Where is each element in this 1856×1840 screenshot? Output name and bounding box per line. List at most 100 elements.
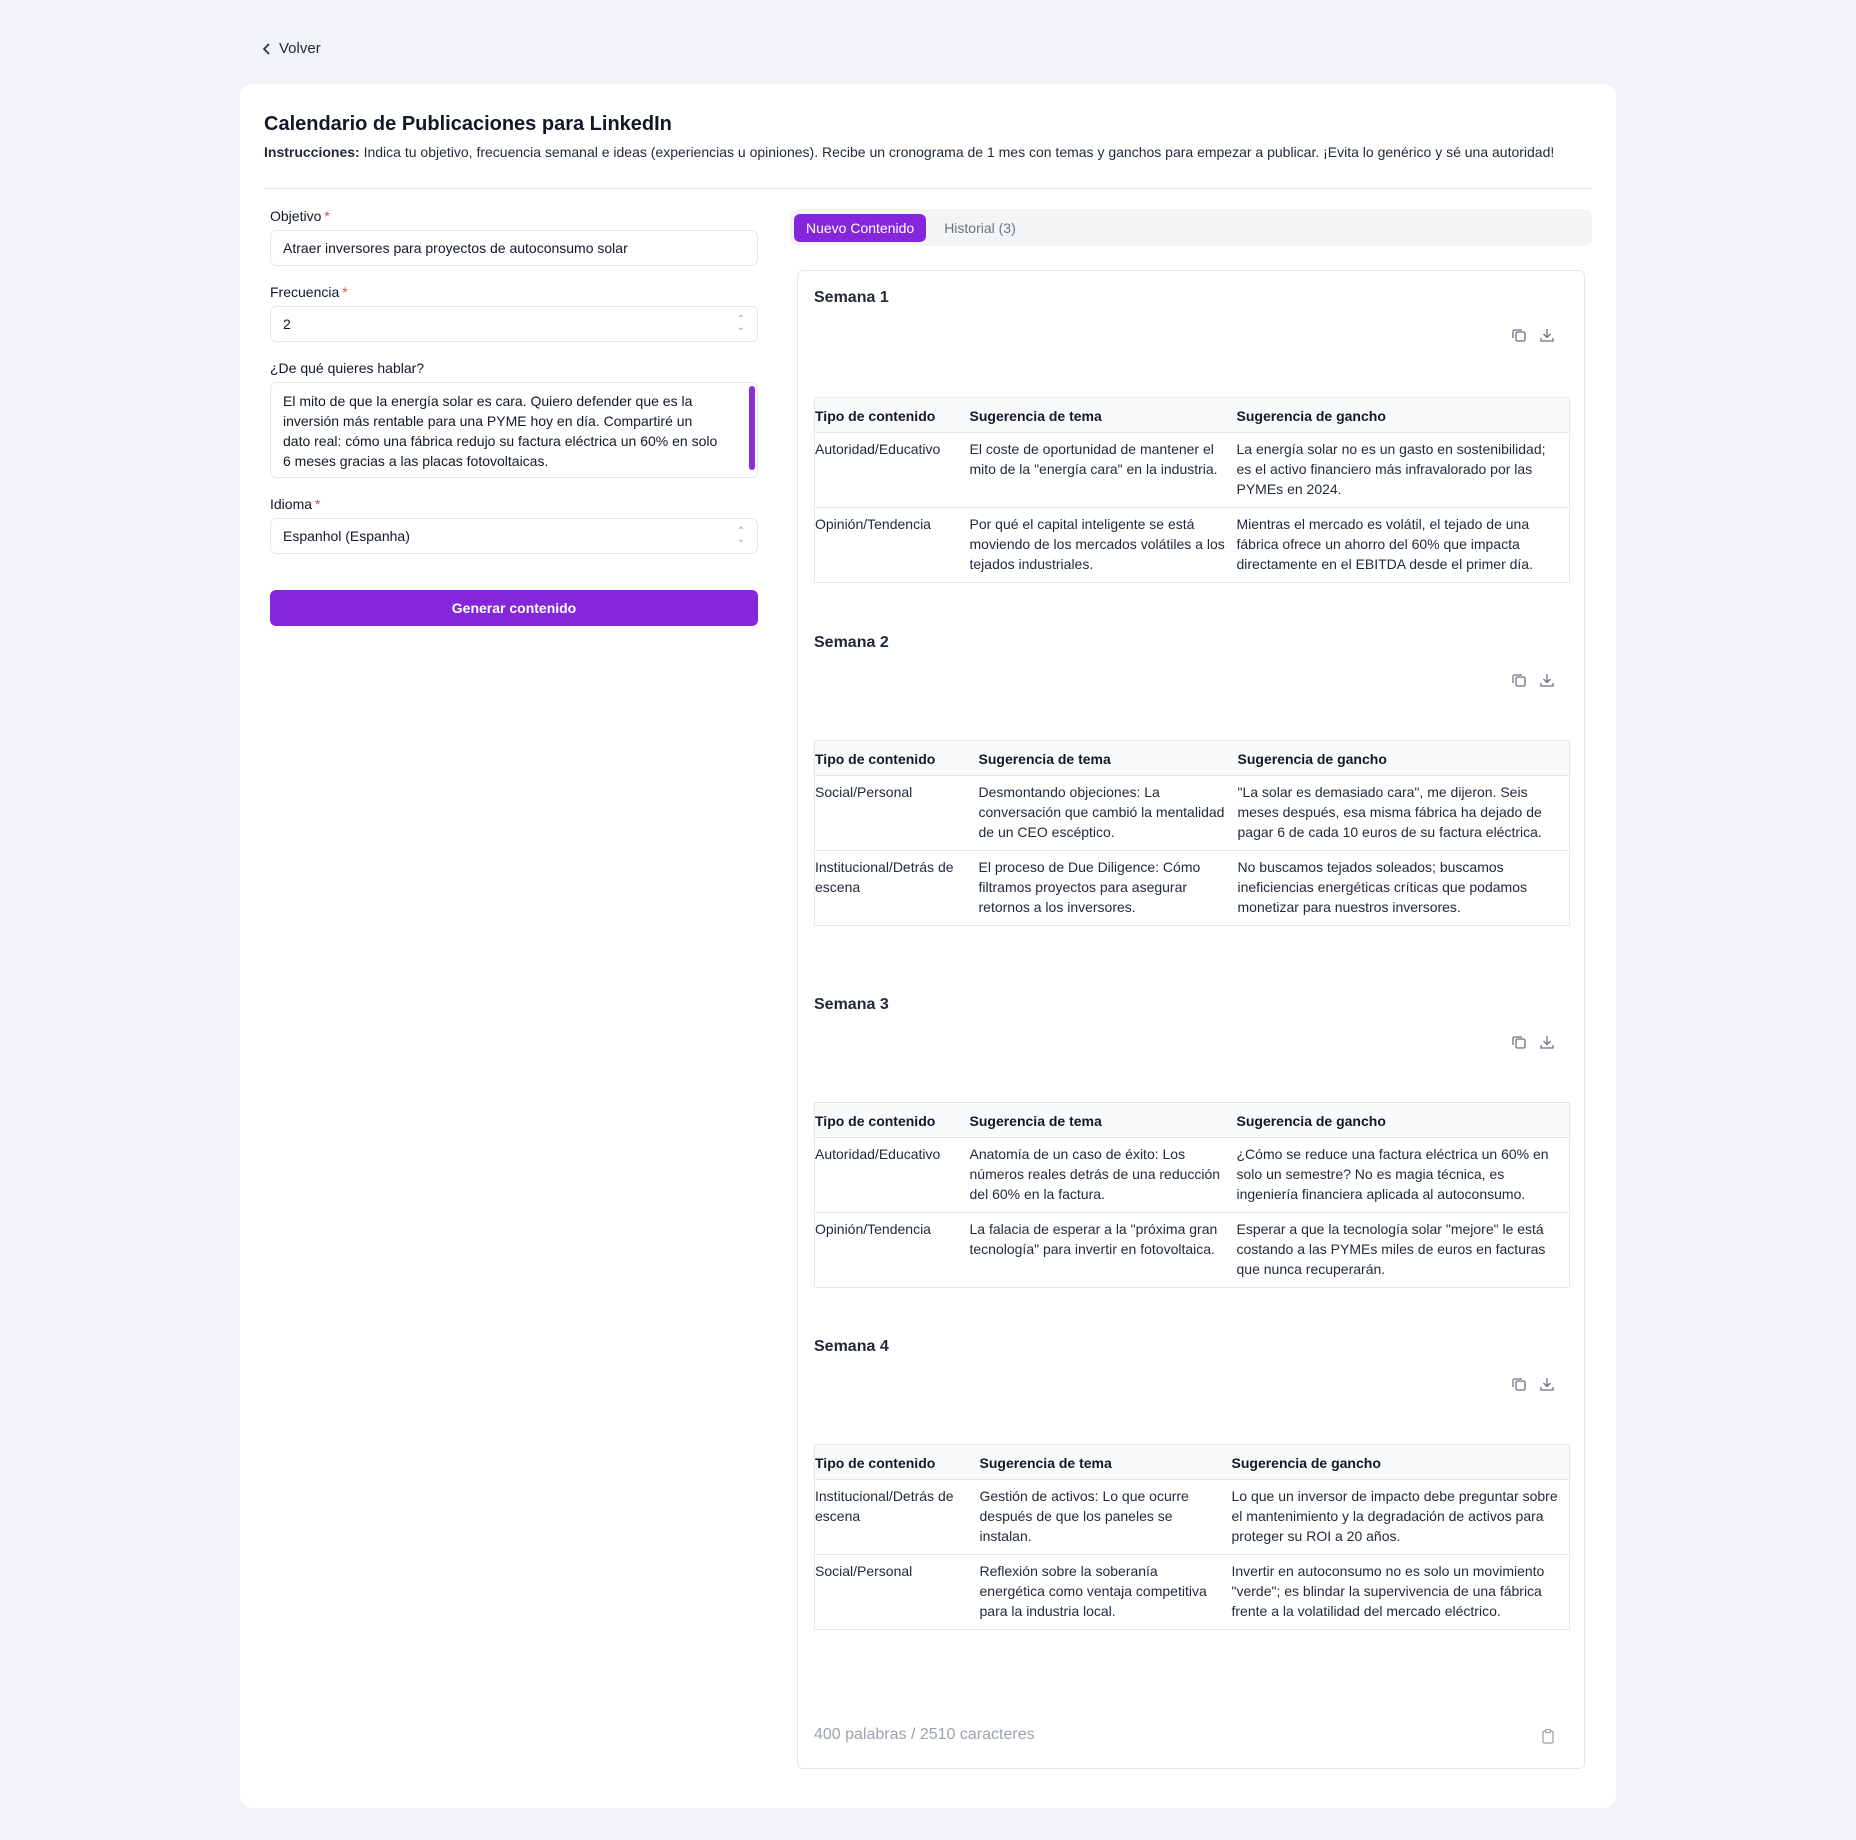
divider [264, 188, 1592, 189]
required-mark: * [324, 208, 330, 224]
download-icon[interactable] [1539, 1034, 1555, 1050]
clipboard-icon[interactable] [1540, 1728, 1556, 1744]
week-actions [1511, 327, 1555, 343]
table-cell-tema: El proceso de Due Diligence: Cómo filtra… [978, 850, 1238, 926]
column-header: Tipo de contenido [814, 397, 970, 433]
tema-textarea[interactable]: El mito de que la energía solar es cara.… [270, 382, 758, 478]
table-header-row: Tipo de contenido Sugerencia de tema Suger… [814, 1444, 1570, 1480]
copy-icon[interactable] [1511, 327, 1527, 343]
table-cell-gancho: Invertir en autoconsumo no es solo un mo… [1231, 1554, 1570, 1630]
column-header: Sugerencia de tema [969, 397, 1237, 433]
table-cell-gancho: Esperar a que la tecnología solar "mejor… [1236, 1212, 1570, 1288]
table-header-row: Tipo de contenido Sugerencia de tema Suger… [814, 397, 1570, 433]
table-row: Institucional/Detrás de escena Gestión de… [814, 1479, 1570, 1555]
column-header: Sugerencia de tema [978, 740, 1238, 776]
textarea-scrollbar[interactable] [749, 386, 755, 470]
week-section: Semana 3 Tipo de contenido Sugerencia de t… [814, 996, 1570, 1288]
column-header: Sugerencia de gancho [1236, 397, 1570, 433]
table-cell-tema: Gestión de activos: Lo que ocurre despué… [979, 1479, 1232, 1555]
instructions-label: Instrucciones: [264, 144, 360, 160]
week-actions [1511, 672, 1555, 688]
result-panel: 400 palabras / 2510 caracteres Semana 1 T… [797, 270, 1585, 1769]
table-cell-gancho: No buscamos tejados soleados; buscamos i… [1237, 850, 1570, 926]
page-title: Calendario de Publicaciones para LinkedI… [264, 113, 672, 135]
copy-icon[interactable] [1511, 1376, 1527, 1392]
tabs: Nuevo Contenido Historial (3) [790, 209, 1592, 246]
copy-icon[interactable] [1511, 672, 1527, 688]
table-row: Autoridad/Educativo Anatomía de un caso d… [814, 1137, 1570, 1213]
instructions: Instrucciones: Indica tu objetivo, frecu… [264, 142, 1584, 162]
table-cell-gancho: La energía solar no es un gasto en soste… [1236, 432, 1570, 508]
column-header: Sugerencia de gancho [1236, 1102, 1570, 1138]
week-section: Semana 1 Tipo de contenido Sugerencia de t… [814, 289, 1570, 583]
objetivo-field: Objetivo * Atraer inversores para proyect… [270, 208, 758, 266]
objetivo-label: Objetivo * [270, 208, 330, 224]
week-title: Semana 1 [814, 289, 889, 306]
table-cell-tipo: Social/Personal [814, 775, 979, 851]
table-cell-gancho: Mientras el mercado es volátil, el tejad… [1236, 507, 1570, 583]
table-cell-tema: Anatomía de un caso de éxito: Los número… [969, 1137, 1237, 1213]
column-header: Tipo de contenido [814, 740, 979, 776]
tema-label: ¿De qué quieres hablar? [270, 360, 425, 376]
table-row: Autoridad/Educativo El coste de oportunid… [814, 432, 1570, 508]
table-row: Social/Personal Desmontando objeciones: L… [814, 775, 1570, 851]
table-header-row: Tipo de contenido Sugerencia de tema Suger… [814, 1102, 1570, 1138]
instructions-text: Indica tu objetivo, frecuencia semanal e… [359, 144, 1555, 160]
table-row: Institucional/Detrás de escena El proceso… [814, 850, 1570, 926]
frecuencia-select[interactable]: 2 ⌃ ⌄ [270, 306, 758, 342]
table-cell-tema: El coste de oportunidad de mantener el m… [969, 432, 1237, 508]
table-cell-tema: La falacia de esperar a la "próxima gran… [969, 1212, 1237, 1288]
table-cell-tipo: Autoridad/Educativo [814, 432, 970, 508]
table-cell-tipo: Opinión/Tendencia [814, 1212, 970, 1288]
idioma-label: Idioma * [270, 496, 321, 512]
week-section: Semana 2 Tipo de contenido Sugerencia de t… [814, 634, 1570, 926]
column-header: Tipo de contenido [814, 1102, 970, 1138]
generate-button[interactable]: Generar contenido [270, 590, 758, 626]
week-title: Semana 4 [814, 1338, 889, 1355]
table-row: Opinión/Tendencia La falacia de esperar a… [814, 1212, 1570, 1288]
table-cell-tema: Desmontando objeciones: La conversación … [978, 775, 1238, 851]
back-link[interactable]: Volver [261, 40, 321, 57]
column-header: Sugerencia de tema [979, 1444, 1232, 1480]
required-mark: * [315, 496, 321, 512]
table-row: Opinión/Tendencia Por qué el capital inte… [814, 507, 1570, 583]
tab-historial[interactable]: Historial (3) [932, 214, 1028, 242]
required-mark: * [342, 284, 348, 300]
column-header: Sugerencia de gancho [1231, 1444, 1570, 1480]
table-cell-gancho: Lo que un inversor de impacto debe pregu… [1231, 1479, 1570, 1555]
objetivo-input[interactable]: Atraer inversores para proyectos de auto… [270, 230, 758, 266]
column-header: Tipo de contenido [814, 1444, 980, 1480]
table-cell-tema: Reflexión sobre la soberanía energética … [979, 1554, 1232, 1630]
column-header: Sugerencia de gancho [1237, 740, 1570, 776]
week-table: Tipo de contenido Sugerencia de tema Suger… [814, 1444, 1570, 1630]
copy-icon[interactable] [1511, 1034, 1527, 1050]
download-icon[interactable] [1539, 327, 1555, 343]
table-cell-tipo: Opinión/Tendencia [814, 507, 970, 583]
week-actions [1511, 1034, 1555, 1050]
table-row: Social/Personal Reflexión sobre la sobera… [814, 1554, 1570, 1630]
word-count: 400 palabras / 2510 caracteres [814, 1726, 1035, 1743]
table-cell-gancho: ¿Cómo se reduce una factura eléctrica un… [1236, 1137, 1570, 1213]
idioma-select[interactable]: Espanhol (Espanha) ⌃ ⌄ [270, 518, 758, 554]
table-cell-tipo: Autoridad/Educativo [814, 1137, 970, 1213]
download-icon[interactable] [1539, 672, 1555, 688]
week-title: Semana 3 [814, 996, 889, 1013]
week-table: Tipo de contenido Sugerencia de tema Suger… [814, 1102, 1570, 1288]
week-actions [1511, 1376, 1555, 1392]
week-table: Tipo de contenido Sugerencia de tema Suger… [814, 740, 1570, 926]
idioma-field: Idioma * Espanhol (Espanha) ⌃ ⌄ [270, 496, 758, 554]
chevron-left-icon [262, 42, 270, 55]
column-header: Sugerencia de tema [969, 1102, 1237, 1138]
frecuencia-label: Frecuencia * [270, 284, 348, 300]
table-cell-tipo: Social/Personal [814, 1554, 980, 1630]
download-icon[interactable] [1539, 1376, 1555, 1392]
form: Objetivo * Atraer inversores para proyect… [270, 208, 758, 626]
tab-nuevo-contenido[interactable]: Nuevo Contenido [794, 213, 927, 242]
week-title: Semana 2 [814, 634, 889, 651]
table-cell-tema: Por qué el capital inteligente se está m… [969, 507, 1237, 583]
table-cell-gancho: "La solar es demasiado cara", me dijeron… [1237, 775, 1570, 851]
table-cell-tipo: Institucional/Detrás de escena [814, 850, 979, 926]
chevron-updown-icon: ⌃ ⌄ [736, 526, 745, 545]
frecuencia-field: Frecuencia * 2 ⌃ ⌄ [270, 284, 758, 342]
tema-field: ¿De qué quieres hablar? El mito de que l… [270, 360, 758, 478]
